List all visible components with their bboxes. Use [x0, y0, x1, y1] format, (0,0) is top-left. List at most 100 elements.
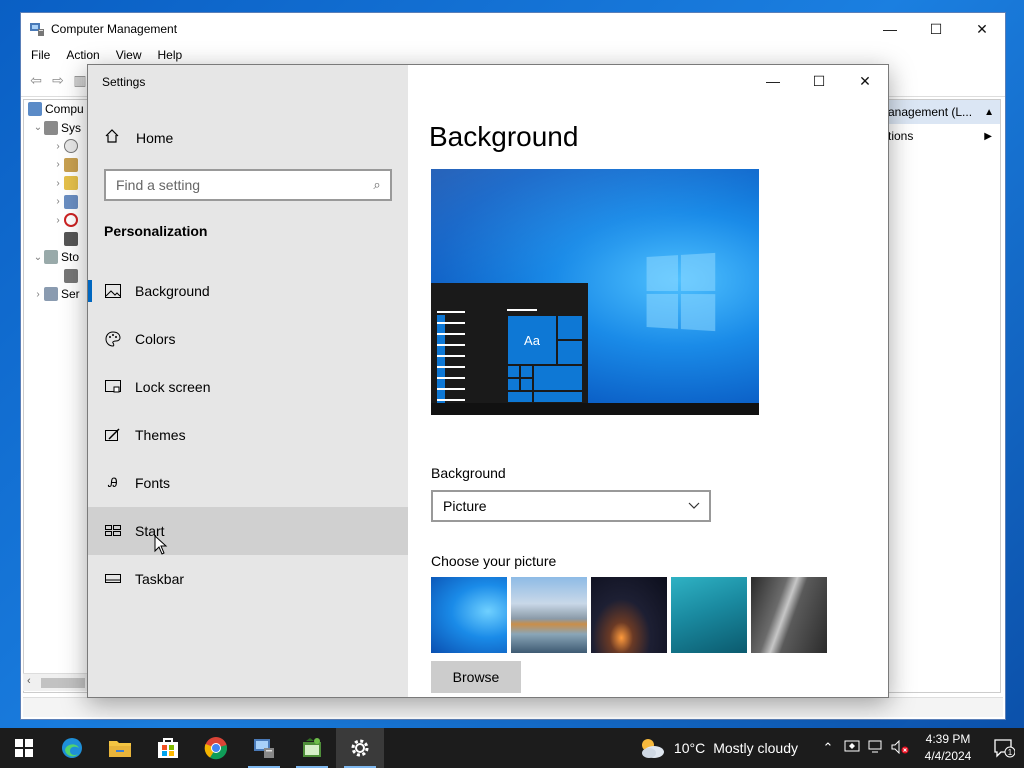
tree-item-device-manager[interactable] — [24, 230, 88, 249]
preview-start-menu: Aa — [431, 283, 588, 415]
palette-icon — [104, 330, 122, 348]
weather-temperature: 10°C — [673, 740, 706, 756]
picture-thumbnail-night-sky[interactable] — [591, 577, 667, 653]
chevron-down-icon[interactable]: ⌄ — [32, 122, 44, 133]
search-box[interactable]: ⌕ — [104, 169, 392, 201]
chrome-button[interactable] — [192, 728, 240, 768]
tree-item-local-users[interactable]: › — [24, 193, 88, 212]
computer-management-taskbar-button[interactable] — [240, 728, 288, 768]
tree-item-shared-folders[interactable]: › — [24, 174, 88, 193]
clock[interactable]: 4:39 PM 4/4/2024 — [912, 731, 984, 765]
tree-item-services[interactable]: › Ser — [24, 285, 88, 304]
page-title: Background — [429, 121, 579, 152]
tree-item-task-scheduler[interactable]: › — [24, 137, 88, 156]
nav-item-start[interactable]: Start — [88, 507, 408, 555]
tree-item-performance[interactable]: › — [24, 211, 88, 230]
scrollbar-thumb[interactable] — [41, 678, 85, 688]
tree-item-computer-management[interactable]: Compu — [24, 100, 88, 119]
themes-icon — [104, 426, 122, 444]
edge-icon — [62, 738, 82, 758]
picture-thumbnails — [431, 577, 827, 653]
notification-center-button[interactable]: 1 — [984, 728, 1024, 768]
security-icon[interactable] — [840, 740, 864, 757]
tree-item-disk-management[interactable] — [24, 267, 88, 286]
nav-item-taskbar[interactable]: Taskbar — [88, 555, 408, 603]
picture-thumbnail-windows[interactable] — [431, 577, 507, 653]
menu-view[interactable]: View — [108, 48, 150, 62]
computer-icon — [28, 102, 42, 117]
device-manager-icon — [64, 231, 78, 246]
tree-item-event-viewer[interactable]: › — [24, 156, 88, 175]
scroll-left-icon[interactable]: ‹ — [27, 675, 31, 687]
nav-item-label: Colors — [135, 331, 176, 347]
close-button[interactable]: ✕ — [959, 13, 1005, 45]
disk-icon — [64, 268, 78, 283]
forward-icon[interactable]: ⇨ — [47, 70, 69, 92]
volume-muted-icon[interactable] — [888, 739, 912, 757]
more-actions-item[interactable]: tions ▶ — [888, 124, 1000, 148]
search-input[interactable] — [116, 177, 364, 193]
minimize-button[interactable]: — — [750, 65, 796, 97]
close-button[interactable]: ✕ — [842, 65, 888, 97]
minimize-button[interactable]: — — [867, 13, 913, 45]
file-explorer-icon — [109, 741, 131, 757]
nav-home-label: Home — [136, 130, 174, 146]
tree-item-storage[interactable]: ⌄ Sto — [24, 248, 88, 267]
tree-item-label: Ser — [61, 287, 80, 302]
notification-count: 1 — [1008, 748, 1013, 757]
show-hidden-icons-chevron-icon[interactable]: ⌃ — [816, 740, 840, 756]
clock-icon — [64, 139, 78, 154]
actions-header[interactable]: anagement (L... ▲ — [888, 100, 1000, 124]
submenu-arrow-icon: ▶ — [984, 130, 992, 142]
collapse-up-icon[interactable]: ▲ — [984, 107, 994, 118]
menu-help[interactable]: Help — [150, 48, 191, 62]
tree-item-system-tools[interactable]: ⌄ Sys — [24, 119, 88, 138]
chevron-right-icon[interactable]: › — [52, 178, 64, 189]
store-button[interactable] — [144, 728, 192, 768]
chevron-right-icon[interactable]: › — [32, 289, 44, 300]
taskbar-icon — [104, 570, 122, 588]
start-button[interactable] — [0, 728, 48, 768]
edge-button[interactable] — [48, 728, 96, 768]
nav-item-colors[interactable]: Colors — [88, 315, 408, 363]
horizontal-scrollbar[interactable]: ‹ — [23, 673, 89, 691]
picture-thumbnail-beach[interactable] — [511, 577, 587, 653]
back-icon[interactable]: ⇦ — [25, 70, 47, 92]
mouse-cursor-icon — [154, 535, 168, 555]
maximize-button[interactable]: ☐ — [913, 13, 959, 45]
picture-thumbnail-underwater[interactable] — [671, 577, 747, 653]
file-explorer-button[interactable] — [96, 728, 144, 768]
more-actions-label: tions — [888, 129, 914, 143]
chevron-down-icon[interactable]: ⌄ — [32, 252, 44, 263]
picture-icon — [104, 282, 122, 300]
nav-home[interactable]: Home — [88, 123, 408, 153]
preview-tile-label: Aa — [507, 315, 557, 365]
chevron-right-icon[interactable]: › — [52, 196, 64, 207]
nav-item-background[interactable]: Background — [88, 267, 408, 315]
cloudy-weather-icon — [641, 739, 664, 758]
tools-icon — [44, 120, 58, 135]
window-title: Computer Management — [51, 22, 178, 36]
search-icon[interactable]: ⌕ — [364, 177, 390, 193]
system-tray: 10°C Mostly cloudy ⌃ 4:39 PM 4/4/2024 1 — [638, 728, 1024, 768]
menu-action[interactable]: Action — [58, 48, 107, 62]
maximize-button[interactable]: ☐ — [796, 65, 842, 97]
background-dropdown[interactable]: Picture — [431, 490, 711, 522]
nav-item-label: Background — [135, 283, 210, 299]
nav-item-lock-screen[interactable]: Lock screen — [88, 363, 408, 411]
background-label: Background — [431, 465, 506, 481]
nav-item-fonts[interactable]: Ꭿ Fonts — [88, 459, 408, 507]
browse-button[interactable]: Browse — [431, 661, 521, 693]
menu-file[interactable]: File — [23, 48, 58, 62]
network-icon[interactable] — [864, 740, 888, 757]
chevron-right-icon[interactable]: › — [52, 159, 64, 170]
chevron-right-icon[interactable]: › — [52, 215, 64, 226]
actions-pane: anagement (L... ▲ tions ▶ — [887, 99, 1001, 693]
task-scheduler-taskbar-button[interactable] — [288, 728, 336, 768]
nav-item-themes[interactable]: Themes — [88, 411, 408, 459]
chevron-right-icon[interactable]: › — [52, 141, 64, 152]
settings-taskbar-button[interactable] — [336, 728, 384, 768]
weather-widget[interactable]: 10°C Mostly cloudy — [638, 737, 798, 759]
title-bar[interactable]: Computer Management — [21, 13, 1005, 45]
picture-thumbnail-rock[interactable] — [751, 577, 827, 653]
